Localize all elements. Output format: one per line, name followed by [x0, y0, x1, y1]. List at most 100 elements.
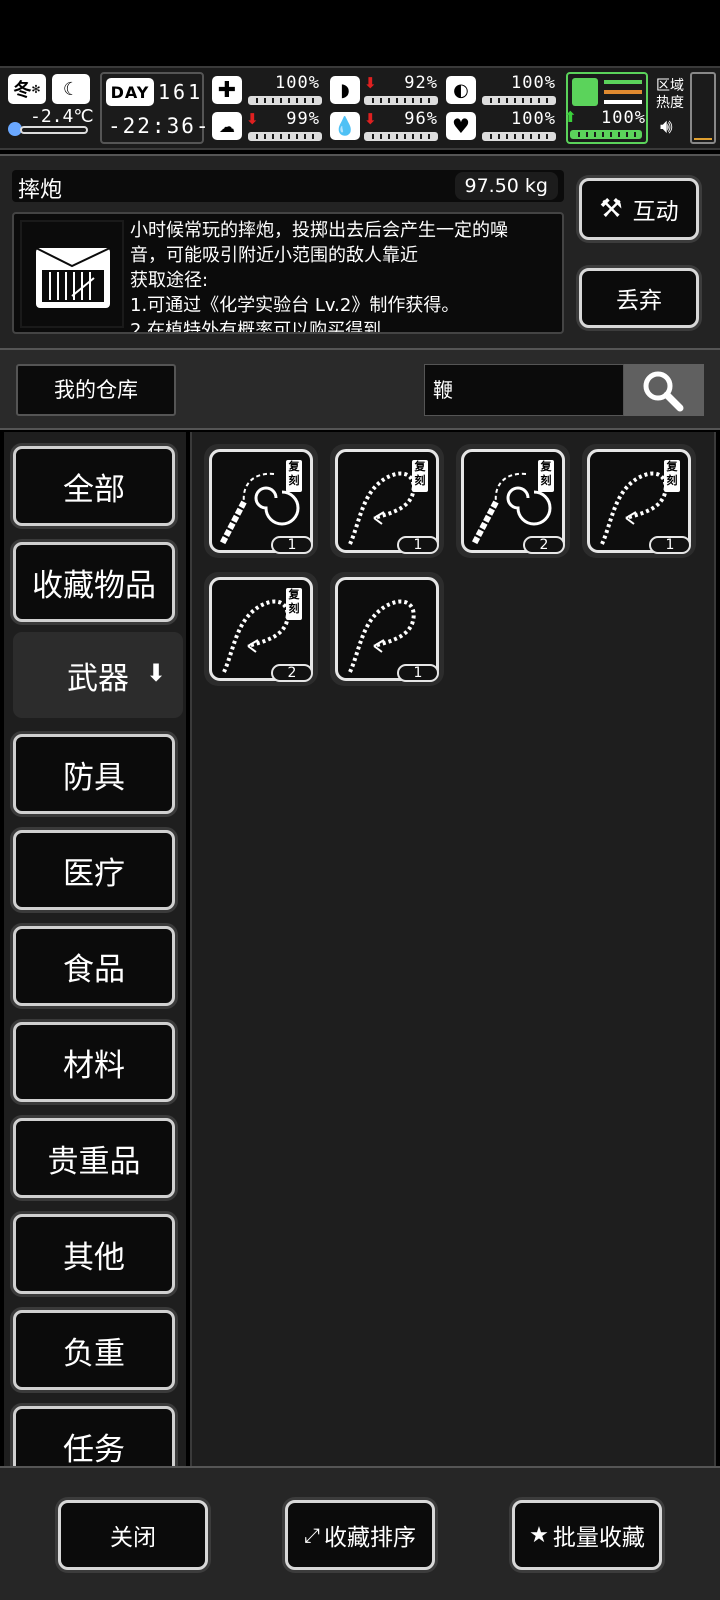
star-icon: ★: [529, 1522, 549, 1548]
season-icon: 冬 ✻: [8, 74, 46, 104]
item-count: 1: [397, 664, 439, 682]
energy-line-1: [604, 80, 642, 84]
item-count: 1: [649, 536, 691, 554]
category-label: 食品: [63, 951, 125, 988]
heart-bar: [482, 132, 556, 141]
description-line: 1.可通过《化学实验台 Lv.2》制作获得。: [130, 295, 460, 316]
search-button[interactable]: [624, 364, 704, 416]
category-label: 任务: [63, 1431, 125, 1467]
item-slot[interactable]: 1: [330, 572, 444, 686]
brain-icon: ☁: [212, 112, 242, 140]
energy-pct: 100%: [601, 108, 646, 128]
category-label: 医疗: [63, 855, 125, 892]
search-icon: [643, 371, 684, 412]
day-number: 161: [158, 80, 204, 104]
water-drop-icon: 💧: [330, 112, 360, 140]
favorite-sort-button[interactable]: ⤢ 收藏排序: [285, 1500, 435, 1570]
replica-tag: 复刻: [286, 588, 302, 620]
category-label: 收藏物品: [32, 567, 156, 604]
arrow-down-icon: ⬇: [145, 659, 166, 687]
health-bar: [248, 96, 322, 105]
sort-label: 收藏排序: [324, 1525, 416, 1551]
category-favorites[interactable]: 收藏物品: [13, 542, 175, 622]
item-count: 2: [271, 664, 313, 682]
replica-tag: 复刻: [538, 460, 554, 492]
search-input[interactable]: 鞭: [424, 364, 624, 416]
category-label: 贵重品: [47, 1143, 141, 1180]
energy-bar: [570, 130, 642, 139]
temperature-widget: -2.4℃: [8, 106, 94, 142]
item-slot[interactable]: 复刻 1: [582, 444, 696, 558]
category-valuables[interactable]: 贵重品: [13, 1118, 175, 1198]
category-quest[interactable]: 任务: [13, 1406, 175, 1466]
stamina-bar: [482, 96, 556, 105]
item-name: 摔炮: [18, 178, 63, 203]
energy-line-2: [604, 90, 642, 94]
energy-up-arrow: ⬆: [564, 108, 577, 126]
mental-pct: 99%: [286, 109, 320, 129]
thirst-bar: [364, 132, 438, 141]
hunger-bar: [364, 96, 438, 105]
item-slot[interactable]: 复刻 1: [330, 444, 444, 558]
medkit-icon: ✚: [212, 76, 242, 104]
item-image: [20, 220, 124, 328]
category-load[interactable]: 负重: [13, 1310, 175, 1390]
item-info-panel: 摔炮 97.50 kg 小时候常玩的摔炮，投掷出去后会产生一定的噪 音，可能吸引…: [0, 154, 720, 350]
category-label: 武器: [67, 660, 129, 697]
boot-icon: [572, 78, 598, 106]
description-line: 2.在植特外有概率可以购买得到: [130, 320, 382, 334]
health-pct: 100%: [275, 73, 320, 93]
replica-tag: 复刻: [286, 460, 302, 492]
category-other[interactable]: 其他: [13, 1214, 175, 1294]
discard-label: 丢弃: [616, 288, 662, 314]
interact-button[interactable]: ⚒ 互动: [579, 178, 699, 240]
status-bar: 冬 ✻ ☾ -2.4℃ DAY 161 -22:36- ✚ 100% ◗ ⬇ 92…: [0, 66, 720, 150]
category-weapons[interactable]: 武器 ⬇: [13, 632, 183, 718]
category-all[interactable]: 全部: [13, 446, 175, 526]
item-header: 摔炮 97.50 kg: [12, 170, 564, 203]
moon-icon: ☾: [52, 74, 90, 104]
description-line: 音，可能吸引附近小范围的敌人靠近: [130, 245, 418, 266]
batch-favorite-button[interactable]: ★ 批量收藏: [512, 1500, 662, 1570]
item-slot[interactable]: 复刻 2: [204, 572, 318, 686]
day-clock: DAY 161 -22:36-: [100, 72, 209, 144]
pill-icon: ◐: [446, 76, 476, 104]
speaker-icon[interactable]: 🔊︎: [660, 114, 673, 138]
batch-label: 批量收藏: [552, 1525, 645, 1551]
category-label: 材料: [63, 1047, 125, 1084]
bottom-action-bar: 关闭 ⤢ 收藏排序 ★ 批量收藏: [0, 1466, 720, 1600]
warehouse-bar: 我的仓库 鞭: [0, 350, 720, 430]
item-slot[interactable]: 复刻 2: [456, 444, 570, 558]
sort-arrows-icon: ⤢: [304, 1523, 320, 1547]
item-count: 1: [397, 536, 439, 554]
warehouse-title: 我的仓库: [16, 364, 176, 416]
description-line: 小时候常玩的摔炮，投掷出去后会产生一定的噪: [130, 220, 508, 241]
category-label: 负重: [63, 1335, 125, 1372]
heart-pct: 100%: [511, 109, 556, 129]
close-button[interactable]: 关闭: [58, 1500, 208, 1570]
category-armor[interactable]: 防具: [13, 734, 175, 814]
item-count: 2: [523, 536, 565, 554]
category-food[interactable]: 食品: [13, 926, 175, 1006]
heart-icon: ♥: [446, 112, 476, 140]
replica-tag: 复刻: [664, 460, 680, 492]
season-label: 冬: [13, 80, 32, 101]
hammer-icon: ⚒: [599, 194, 623, 224]
category-medical[interactable]: 医疗: [13, 830, 175, 910]
energy-widget: ⬆ 100%: [564, 72, 648, 144]
zone-heat-fill: [694, 138, 712, 140]
zone-heat-label: 区域热度: [656, 78, 684, 111]
hunger-pct: 92%: [404, 73, 438, 93]
category-materials[interactable]: 材料: [13, 1022, 175, 1102]
item-detail: 小时候常玩的摔炮，投掷出去后会产生一定的噪 音，可能吸引附近小范围的敌人靠近 获…: [12, 212, 564, 334]
thermometer-bar: [20, 126, 88, 134]
thirst-pct: 96%: [404, 109, 438, 129]
category-label: 其他: [63, 1239, 125, 1276]
stomach-icon: ◗: [330, 76, 360, 104]
replica-tag: 复刻: [412, 460, 428, 492]
item-slot[interactable]: 复刻 1: [204, 444, 318, 558]
discard-button[interactable]: 丢弃: [579, 268, 699, 328]
firecracker-box-icon: [35, 247, 111, 308]
description-line: 获取途径:: [130, 270, 209, 291]
close-label: 关闭: [110, 1525, 156, 1551]
